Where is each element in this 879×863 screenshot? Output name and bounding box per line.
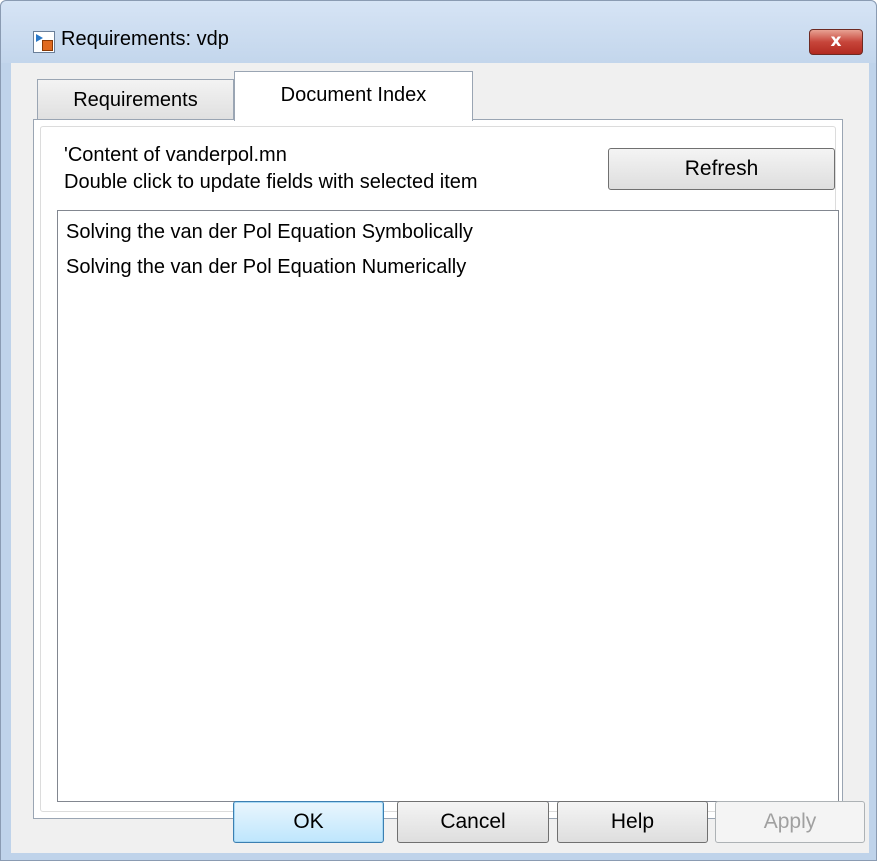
close-icon: x — [830, 31, 842, 51]
help-button[interactable]: Help — [557, 801, 708, 843]
ok-button[interactable]: OK — [233, 801, 384, 843]
hint-text: Double click to update fields with selec… — [64, 171, 478, 193]
list-item[interactable]: Solving the van der Pol Equation Numeric… — [66, 256, 466, 279]
document-index-list[interactable]: Solving the van der Pol Equation Symboli… — [57, 210, 839, 802]
list-item[interactable]: Solving the van der Pol Equation Symboli… — [66, 221, 473, 244]
apply-button[interactable]: Apply — [715, 801, 865, 843]
tab-requirements-label: Requirements — [73, 89, 198, 111]
content-label: 'Content of vanderpol.mn — [64, 144, 287, 166]
close-button[interactable]: x — [809, 29, 863, 55]
tab-document-index[interactable]: Document Index — [234, 71, 473, 121]
dialog-client-area: Requirements Document Index 'Content of … — [11, 63, 869, 853]
simulink-model-icon — [33, 31, 55, 53]
requirements-dialog: Requirements: vdp x Requirements Documen… — [0, 0, 877, 861]
refresh-button[interactable]: Refresh — [608, 148, 835, 190]
tab-document-index-label: Document Index — [280, 84, 427, 106]
title-bar[interactable]: Requirements: vdp x — [1, 1, 876, 63]
window-title: Requirements: vdp — [61, 28, 229, 50]
block-shape — [42, 40, 53, 51]
tab-requirements[interactable]: Requirements — [37, 79, 234, 119]
cancel-button[interactable]: Cancel — [397, 801, 549, 843]
document-index-panel: 'Content of vanderpol.mn Double click to… — [33, 119, 843, 819]
